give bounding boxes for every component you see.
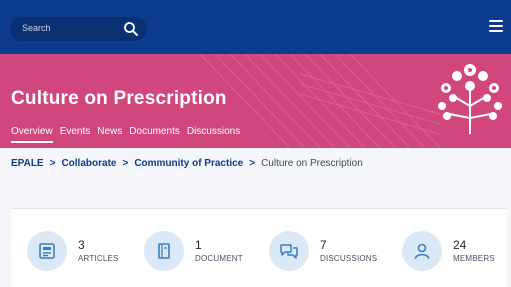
- breadcrumb: EPALE > Collaborate > Community of Pract…: [11, 158, 363, 169]
- breadcrumb-separator: >: [249, 158, 256, 169]
- community-header: Culture on Prescription Overview Events …: [0, 54, 511, 148]
- breadcrumb-epale[interactable]: EPALE: [11, 158, 44, 169]
- discussions-label: DISCUSSIONS: [320, 254, 378, 263]
- tab-events[interactable]: Events: [60, 126, 91, 143]
- discussions-count: 7: [320, 238, 327, 252]
- breadcrumb-separator: >: [122, 158, 129, 169]
- search-box[interactable]: Search: [10, 17, 147, 41]
- articles-count: 3: [78, 238, 85, 252]
- stat-discussions[interactable]: 7 DISCUSSIONS: [269, 231, 377, 271]
- tab-documents[interactable]: Documents: [129, 126, 180, 143]
- breadcrumb-community-of-practice[interactable]: Community of Practice: [134, 158, 243, 169]
- stat-documents[interactable]: 1 DOCUMENT: [144, 231, 243, 271]
- articles-icon: [27, 231, 67, 271]
- community-tabs: Overview Events News Documents Discussio…: [11, 126, 240, 143]
- stat-articles[interactable]: 3 ARTICLES: [27, 231, 119, 271]
- hamburger-menu-icon[interactable]: [489, 20, 503, 32]
- search-input[interactable]: Search: [22, 23, 51, 33]
- stat-members[interactable]: 24 MEMBERS: [402, 231, 495, 271]
- documents-count: 1: [195, 238, 202, 252]
- top-navbar: Search: [0, 0, 511, 54]
- tab-discussions[interactable]: Discussions: [187, 126, 240, 143]
- breadcrumb-current: Culture on Prescription: [261, 158, 363, 169]
- community-stats-card: 3 ARTICLES 1 DOCUMENT 7 DISCUSSIONS 24 M…: [11, 208, 507, 287]
- tree-logo-icon: [438, 64, 502, 134]
- page: Search Culture on Prescription Overview …: [0, 0, 511, 287]
- breadcrumb-collaborate[interactable]: Collaborate: [61, 158, 116, 169]
- documents-label: DOCUMENT: [195, 254, 243, 263]
- discussions-icon: [269, 231, 309, 271]
- members-icon: [402, 231, 442, 271]
- articles-label: ARTICLES: [78, 254, 119, 263]
- search-icon[interactable]: [123, 21, 139, 37]
- tab-news[interactable]: News: [97, 126, 122, 143]
- document-icon: [144, 231, 184, 271]
- tab-overview[interactable]: Overview: [11, 126, 53, 143]
- page-title: Culture on Prescription: [11, 88, 227, 109]
- breadcrumb-separator: >: [49, 158, 56, 169]
- members-label: MEMBERS: [453, 254, 495, 263]
- members-count: 24: [453, 238, 467, 252]
